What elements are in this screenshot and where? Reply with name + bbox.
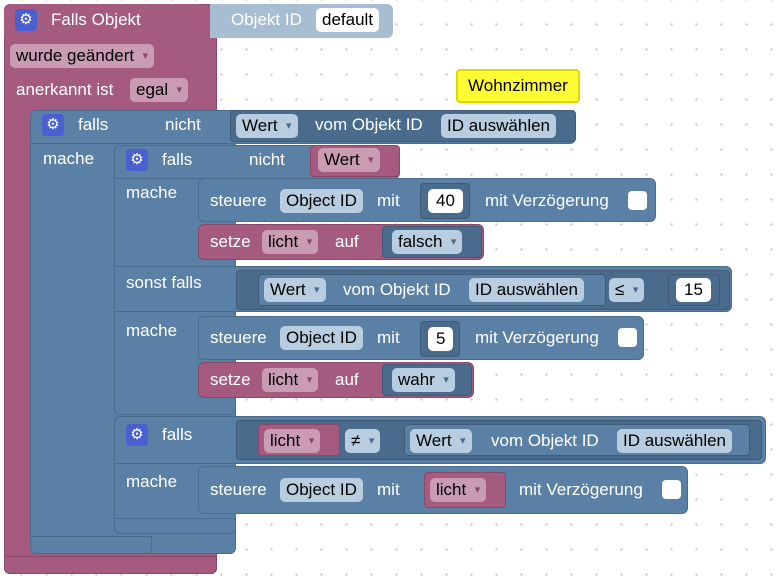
control1-delay-label: mit Verzögerung [485,191,609,210]
change-mode-dropdown[interactable]: wurde geändert [10,44,155,68]
control3-object-field[interactable]: Object ID [280,478,363,502]
inner-var-dropdown[interactable]: Wert [318,148,380,172]
outer-not-label: nicht [165,115,201,134]
comment-text: Wohnzimmer [468,76,568,95]
outer-if-bottom-bar [30,536,152,554]
control1-object-field[interactable]: Object ID [280,189,363,213]
outer-object-select-button[interactable]: ID auswählen [441,114,557,138]
control1-label: steuere [210,191,267,210]
comment-bubble[interactable]: Wohnzimmer [456,69,580,103]
compare-from-object-label: vom Objekt ID [343,280,451,299]
event-gear-icon[interactable]: ⚙ [15,9,37,31]
third-operator-dropdown[interactable]: ≠ [345,429,381,453]
outer-do-label: mache [43,149,95,168]
control2-object-field[interactable]: Object ID [280,326,363,350]
set1-var-dropdown[interactable]: licht [262,230,319,254]
third-object-select-button[interactable]: ID auswählen [617,429,733,453]
outer-if-label: falls [78,115,109,134]
set2-to-label: auf [335,370,359,389]
third-value-dropdown[interactable]: Wert [410,429,472,453]
set1-value-dropdown[interactable]: falsch [392,230,463,254]
control2-delay-checkbox[interactable] [618,328,637,347]
set2-var-dropdown[interactable]: licht [262,368,319,392]
third-if-bottom-bar [114,518,236,534]
control2-delay-label: mit Verzögerung [475,328,599,347]
compare-value-dropdown[interactable]: Wert [264,278,326,302]
set1-label: setze [210,232,251,251]
set1-to-label: auf [335,232,359,251]
third-var-dropdown[interactable]: licht [264,429,321,453]
control1-number-field[interactable]: 40 [428,189,463,213]
object-id-label: Objekt ID [231,10,302,29]
third-if-gear-icon[interactable]: ⚙ [126,424,148,446]
third-from-object-label: vom Objekt ID [491,431,599,450]
control1-delay-checkbox[interactable] [628,191,647,210]
do2-label: mache [126,321,178,340]
else-if-label: sonst falls [126,273,202,292]
event-block-bottom-bar [4,556,217,574]
control1-with-label: mit [377,191,400,210]
inner-do-label: mache [126,183,178,202]
compare-object-select-button[interactable]: ID auswählen [469,278,585,302]
inner-if-label: falls [162,150,193,169]
outer-from-object-label: vom Objekt ID [315,115,423,134]
ack-label: anerkannt ist [16,80,114,99]
control3-var-dropdown[interactable]: licht [430,478,487,502]
third-do-label: mache [126,472,178,491]
control3-with-label: mit [377,480,400,499]
control2-with-label: mit [377,328,400,347]
set2-value-dropdown[interactable]: wahr [392,368,455,392]
compare-number-field[interactable]: 15 [676,278,711,302]
inner-if-gear-icon[interactable]: ⚙ [126,149,148,171]
control2-number-field[interactable]: 5 [428,327,454,351]
control3-delay-label: mit Verzögerung [519,480,643,499]
set2-label: setze [210,370,251,389]
object-id-value[interactable]: default [316,8,380,32]
event-title: Falls Objekt [51,10,141,29]
control2-label: steuere [210,328,267,347]
outer-value-dropdown[interactable]: Wert [236,114,298,138]
control3-label: steuere [210,480,267,499]
compare-operator-dropdown[interactable]: ≤ [609,278,645,302]
inner-not-label: nicht [249,150,285,169]
outer-if-gear-icon[interactable]: ⚙ [42,114,64,136]
control3-delay-checkbox[interactable] [662,480,681,499]
ack-dropdown[interactable]: egal [130,78,189,102]
third-if-label: falls [162,425,193,444]
